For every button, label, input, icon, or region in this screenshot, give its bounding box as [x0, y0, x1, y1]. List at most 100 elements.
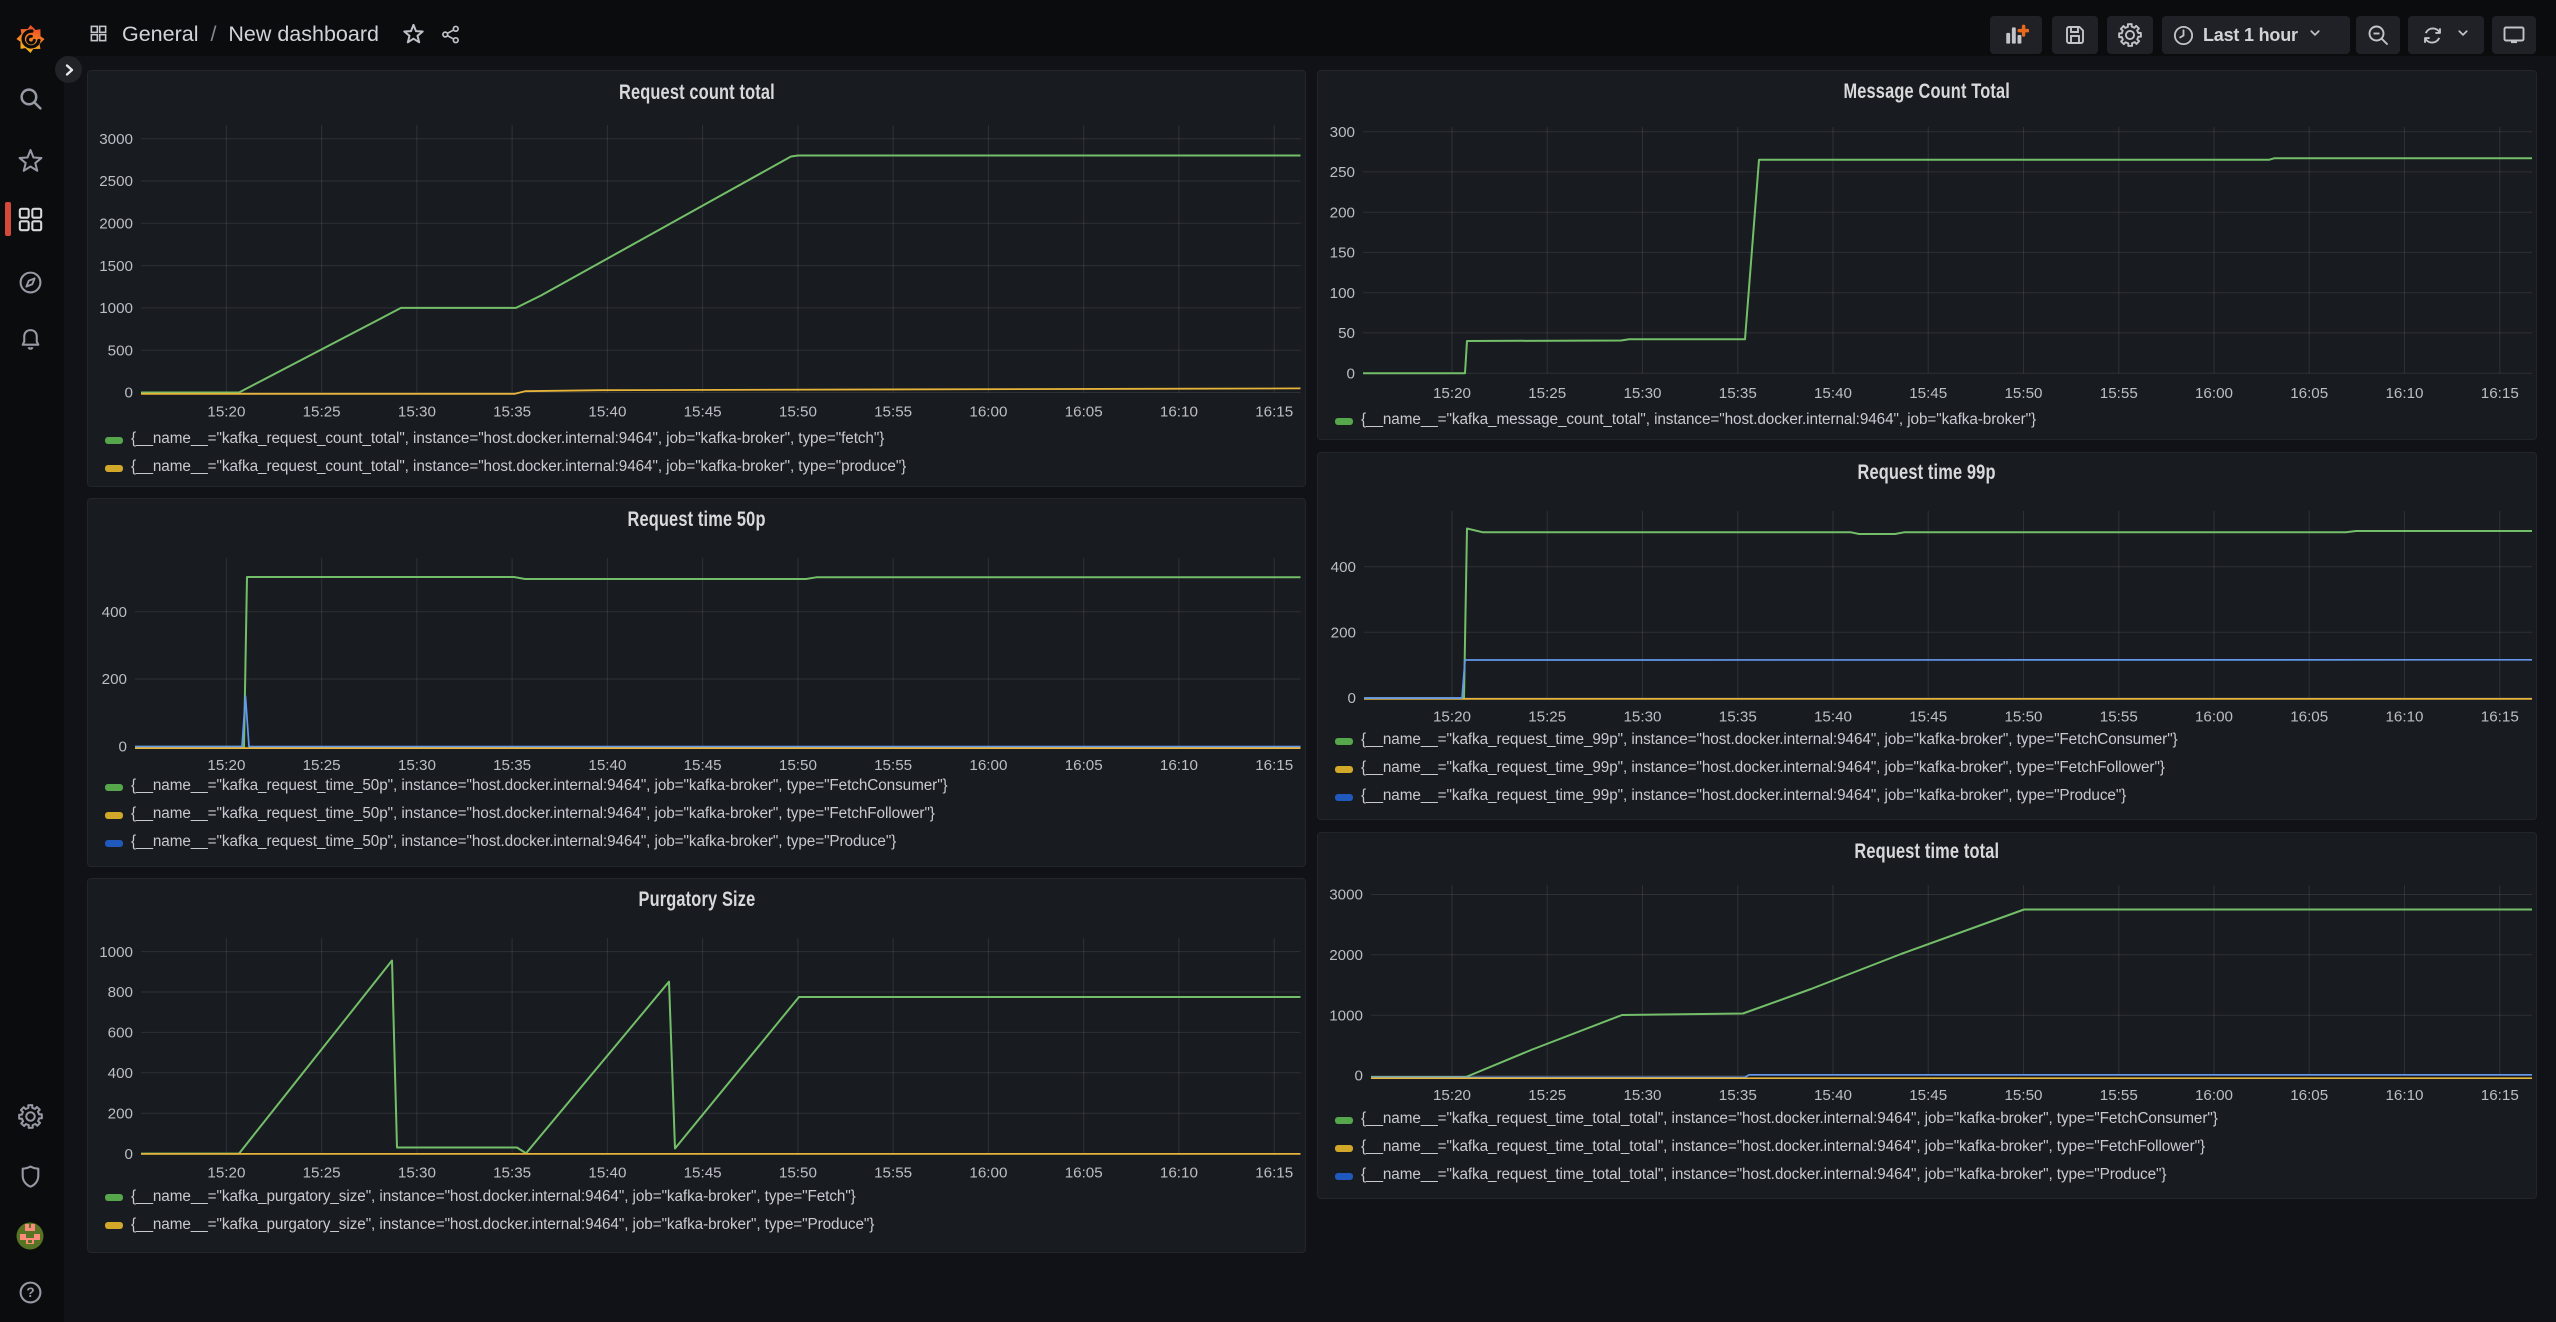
svg-text:1000: 1000 [99, 300, 133, 317]
svg-text:2500: 2500 [99, 173, 133, 190]
svg-text:15:50: 15:50 [2004, 1087, 2042, 1104]
svg-text:15:20: 15:20 [207, 1165, 245, 1182]
svg-text:15:40: 15:40 [588, 404, 626, 421]
svg-text:600: 600 [108, 1025, 133, 1042]
svg-text:15:25: 15:25 [303, 404, 341, 421]
svg-text:15:25: 15:25 [1528, 385, 1566, 402]
svg-text:15:40: 15:40 [1814, 709, 1852, 726]
svg-text:16:05: 16:05 [1065, 1165, 1103, 1182]
svg-text:2000: 2000 [99, 216, 133, 233]
svg-text:15:40: 15:40 [1814, 1087, 1852, 1104]
svg-text:15:25: 15:25 [1528, 709, 1566, 726]
svg-text:15:55: 15:55 [2100, 709, 2138, 726]
svg-text:16:10: 16:10 [1160, 1165, 1198, 1182]
svg-text:16:05: 16:05 [2290, 709, 2328, 726]
svg-text:0: 0 [1348, 690, 1356, 707]
svg-text:15:30: 15:30 [1623, 1087, 1661, 1104]
svg-text:15:35: 15:35 [1719, 1087, 1757, 1104]
svg-text:15:45: 15:45 [684, 757, 722, 774]
svg-text:15:55: 15:55 [874, 757, 912, 774]
svg-text:15:20: 15:20 [207, 404, 245, 421]
svg-text:15:45: 15:45 [1909, 1087, 1947, 1104]
svg-text:15:20: 15:20 [1433, 385, 1471, 402]
svg-text:15:35: 15:35 [493, 757, 531, 774]
svg-text:16:00: 16:00 [969, 404, 1007, 421]
svg-text:50: 50 [1338, 325, 1355, 342]
svg-text:15:25: 15:25 [1528, 1087, 1566, 1104]
svg-text:16:10: 16:10 [2385, 709, 2423, 726]
svg-text:15:55: 15:55 [874, 404, 912, 421]
svg-text:400: 400 [108, 1065, 133, 1082]
svg-text:15:35: 15:35 [493, 404, 531, 421]
svg-text:16:00: 16:00 [969, 1165, 1007, 1182]
svg-text:400: 400 [1331, 559, 1356, 576]
svg-text:16:05: 16:05 [2290, 385, 2328, 402]
svg-text:16:05: 16:05 [1065, 757, 1103, 774]
svg-text:15:30: 15:30 [1623, 709, 1661, 726]
svg-text:15:40: 15:40 [1814, 385, 1852, 402]
svg-text:200: 200 [1331, 624, 1356, 641]
svg-text:16:15: 16:15 [2481, 385, 2519, 402]
svg-text:15:50: 15:50 [779, 1165, 817, 1182]
svg-text:0: 0 [119, 739, 127, 756]
svg-text:150: 150 [1330, 245, 1355, 262]
svg-text:300: 300 [1330, 124, 1355, 141]
svg-text:0: 0 [1355, 1068, 1363, 1085]
svg-text:15:35: 15:35 [1719, 709, 1757, 726]
svg-text:16:15: 16:15 [1255, 757, 1293, 774]
svg-text:15:30: 15:30 [398, 404, 436, 421]
svg-text:15:55: 15:55 [2100, 1087, 2138, 1104]
svg-text:1000: 1000 [1329, 1007, 1363, 1024]
svg-text:15:50: 15:50 [2004, 709, 2042, 726]
svg-text:500: 500 [108, 342, 133, 359]
svg-text:15:35: 15:35 [493, 1165, 531, 1182]
svg-text:15:55: 15:55 [2100, 385, 2138, 402]
svg-text:16:00: 16:00 [2195, 1087, 2233, 1104]
svg-text:15:20: 15:20 [1433, 1087, 1471, 1104]
svg-text:2000: 2000 [1329, 947, 1363, 964]
svg-text:16:15: 16:15 [1255, 404, 1293, 421]
svg-text:200: 200 [102, 671, 127, 688]
svg-text:16:10: 16:10 [2385, 385, 2423, 402]
svg-text:0: 0 [125, 385, 133, 402]
svg-text:16:00: 16:00 [969, 757, 1007, 774]
svg-text:15:20: 15:20 [207, 757, 245, 774]
svg-text:15:35: 15:35 [1719, 385, 1757, 402]
svg-text:400: 400 [102, 604, 127, 621]
svg-text:0: 0 [1347, 365, 1355, 382]
svg-text:250: 250 [1330, 164, 1355, 181]
svg-text:0: 0 [125, 1146, 133, 1163]
svg-text:1000: 1000 [99, 944, 133, 961]
svg-text:16:15: 16:15 [2481, 1087, 2519, 1104]
svg-text:?: ? [26, 1285, 34, 1300]
svg-text:15:55: 15:55 [874, 1165, 912, 1182]
svg-text:3000: 3000 [1329, 887, 1363, 904]
svg-text:15:30: 15:30 [398, 757, 436, 774]
svg-text:15:45: 15:45 [684, 404, 722, 421]
svg-text:16:15: 16:15 [2481, 709, 2519, 726]
svg-text:15:40: 15:40 [588, 1165, 626, 1182]
svg-text:15:45: 15:45 [684, 1165, 722, 1182]
svg-text:15:30: 15:30 [1623, 385, 1661, 402]
svg-text:16:10: 16:10 [1160, 404, 1198, 421]
svg-text:16:10: 16:10 [2385, 1087, 2423, 1104]
svg-text:15:45: 15:45 [1909, 709, 1947, 726]
svg-text:15:20: 15:20 [1433, 709, 1471, 726]
svg-text:15:25: 15:25 [303, 757, 341, 774]
svg-text:15:50: 15:50 [2004, 385, 2042, 402]
svg-text:15:40: 15:40 [588, 757, 626, 774]
svg-text:1500: 1500 [99, 258, 133, 275]
svg-text:16:05: 16:05 [2290, 1087, 2328, 1104]
svg-text:16:05: 16:05 [1065, 404, 1103, 421]
svg-text:15:25: 15:25 [303, 1165, 341, 1182]
svg-text:16:00: 16:00 [2195, 709, 2233, 726]
svg-text:16:10: 16:10 [1160, 757, 1198, 774]
svg-text:15:45: 15:45 [1909, 385, 1947, 402]
svg-text:16:15: 16:15 [1255, 1165, 1293, 1182]
svg-text:15:30: 15:30 [398, 1165, 436, 1182]
svg-text:15:50: 15:50 [779, 404, 817, 421]
svg-text:3000: 3000 [99, 131, 133, 148]
svg-text:200: 200 [108, 1105, 133, 1122]
svg-text:100: 100 [1330, 285, 1355, 302]
svg-text:800: 800 [108, 984, 133, 1001]
